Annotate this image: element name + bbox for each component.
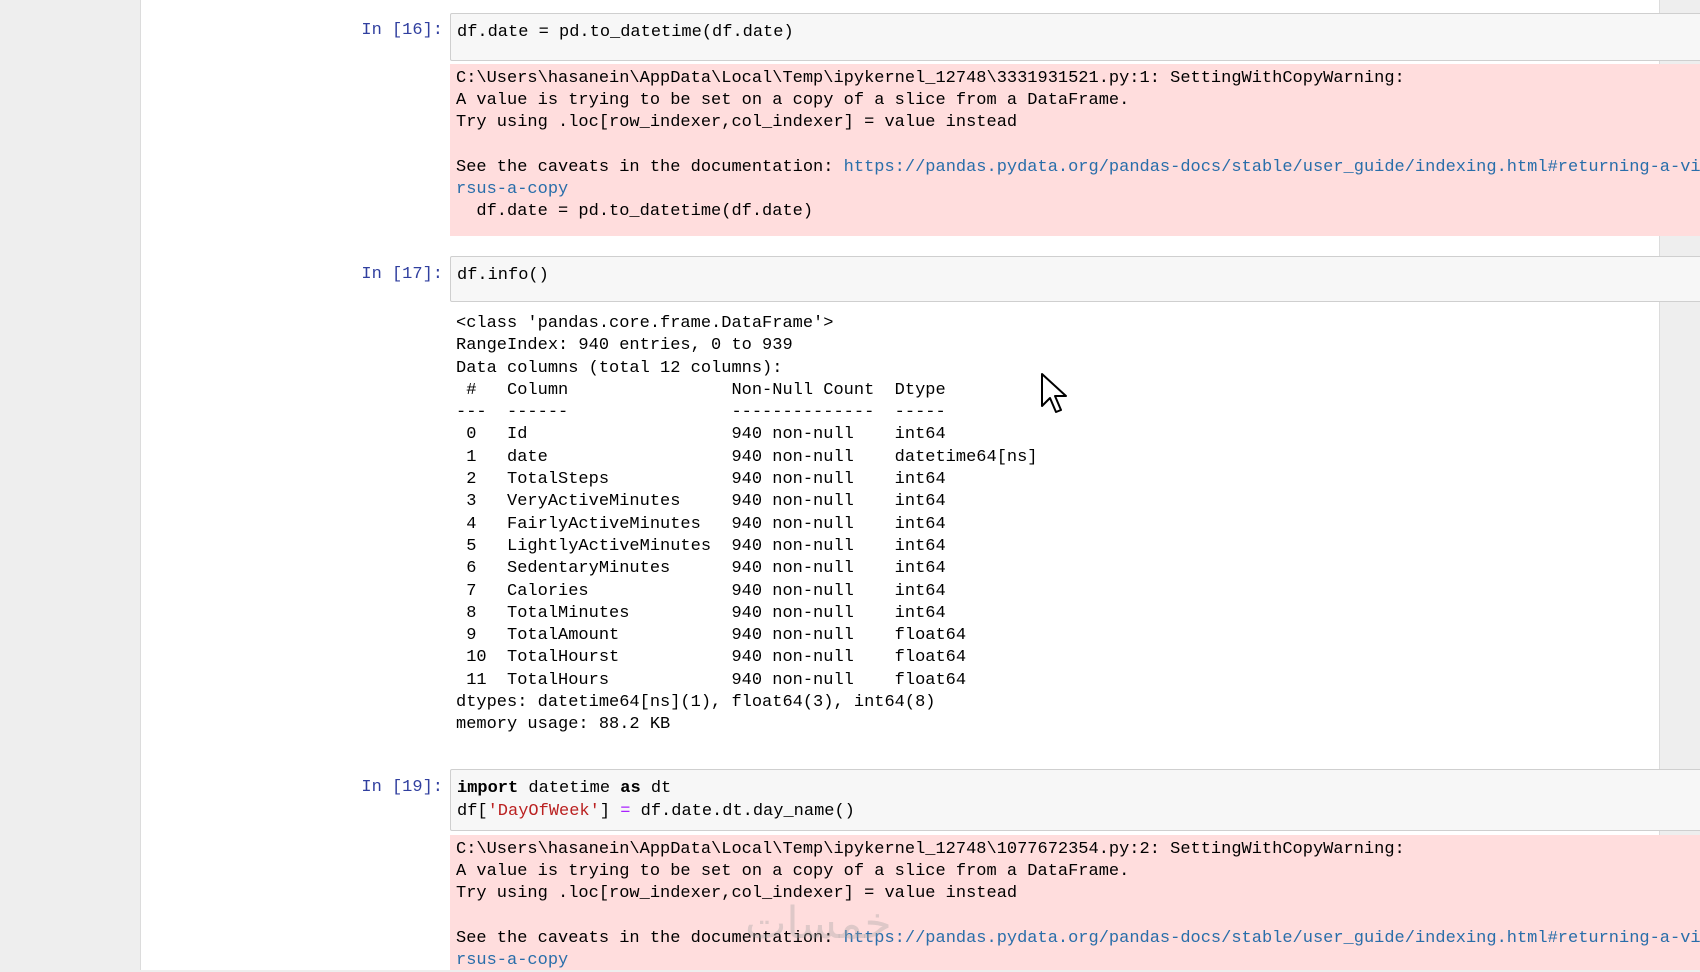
info-row: 4 FairlyActiveMinutes 940 non-null int64 (456, 514, 946, 534)
info-row: 5 LightlyActiveMinutes 940 non-null int6… (456, 536, 946, 556)
keyword-as: as (620, 779, 641, 798)
info-line: dtypes: datetime64[ns](1), float64(3), i… (456, 693, 936, 713)
stderr-output-cell-16: C:\Users\hasanein\AppData\Local\Temp\ipy… (450, 64, 1700, 236)
cell-prompt-19: In [19]: (361, 778, 443, 797)
cell-prompt-17: In [17]: (361, 265, 443, 284)
code-input-cell-19[interactable]: import datetime as dt df['DayOfWeek'] = … (450, 769, 1700, 831)
operator: = (620, 801, 631, 821)
info-line: <class 'pandas.core.frame.DataFrame'> (456, 314, 834, 333)
code-text: df.date = pd.to_datetime(df.date) (457, 23, 794, 42)
info-line: memory usage: 88.2 KB (456, 715, 671, 735)
notebook-container: In [16]: df.date = pd.to_datetime(df.dat… (140, 0, 1700, 970)
code-text: dt (640, 779, 672, 798)
code-text: df.info() (457, 266, 549, 285)
info-row: 2 TotalSteps 940 non-null int64 (456, 470, 946, 490)
code-text: ] (599, 801, 621, 821)
info-row: 10 TotalHourst 940 non-null float64 (456, 648, 967, 668)
code-input-cell-17[interactable]: df.info() (450, 256, 1700, 302)
info-row: 7 Calories 940 non-null int64 (456, 581, 946, 601)
code-text: df.date.dt.day_name() (630, 801, 855, 821)
warning-line: C:\Users\hasanein\AppData\Local\Temp\ipy… (456, 840, 1405, 859)
code-text: df[ (457, 801, 488, 821)
info-line: RangeIndex: 940 entries, 0 to 939 (456, 336, 793, 356)
info-row: 9 TotalAmount 940 non-null float64 (456, 626, 967, 646)
info-row: 11 TotalHours 940 non-null float64 (456, 670, 967, 690)
info-row: 6 SedentaryMinutes 940 non-null int64 (456, 559, 946, 579)
warning-line: See the caveats in the documentation: (456, 928, 844, 948)
mouse-pointer-icon (1040, 372, 1068, 419)
keyword-import: import (457, 779, 519, 798)
info-line: --- ------ -------------- ----- (456, 403, 946, 423)
info-line: # Column Non-Null Count Dtype (456, 380, 946, 400)
info-row: 8 TotalMinutes 940 non-null int64 (456, 603, 946, 623)
code-input-cell-16[interactable]: df.date = pd.to_datetime(df.date) (450, 13, 1700, 61)
warning-line: A value is trying to be set on a copy of… (456, 862, 1130, 882)
info-row: 3 VeryActiveMinutes 940 non-null int64 (456, 492, 946, 512)
string-literal: 'DayOfWeek' (487, 801, 600, 821)
warning-line: df.date = pd.to_datetime(df.date) (456, 202, 814, 222)
warning-line: Try using .loc[row_indexer,col_indexer] … (456, 884, 1018, 904)
warning-line: See the caveats in the documentation: (456, 157, 844, 177)
cell-prompt-16: In [16]: (361, 21, 443, 40)
warning-line: Try using .loc[row_indexer,col_indexer] … (456, 113, 1018, 133)
stderr-output-cell-19: C:\Users\hasanein\AppData\Local\Temp\ipy… (450, 835, 1700, 970)
code-text: datetime (518, 779, 621, 798)
stdout-output-cell-17: <class 'pandas.core.frame.DataFrame'> Ra… (450, 313, 1700, 737)
warning-line: C:\Users\hasanein\AppData\Local\Temp\ipy… (456, 69, 1405, 88)
warning-line: A value is trying to be set on a copy of… (456, 91, 1130, 111)
info-row: 0 Id 940 non-null int64 (456, 425, 946, 445)
info-line: Data columns (total 12 columns): (456, 358, 783, 378)
info-row: 1 date 940 non-null datetime64[ns] (456, 447, 1038, 467)
